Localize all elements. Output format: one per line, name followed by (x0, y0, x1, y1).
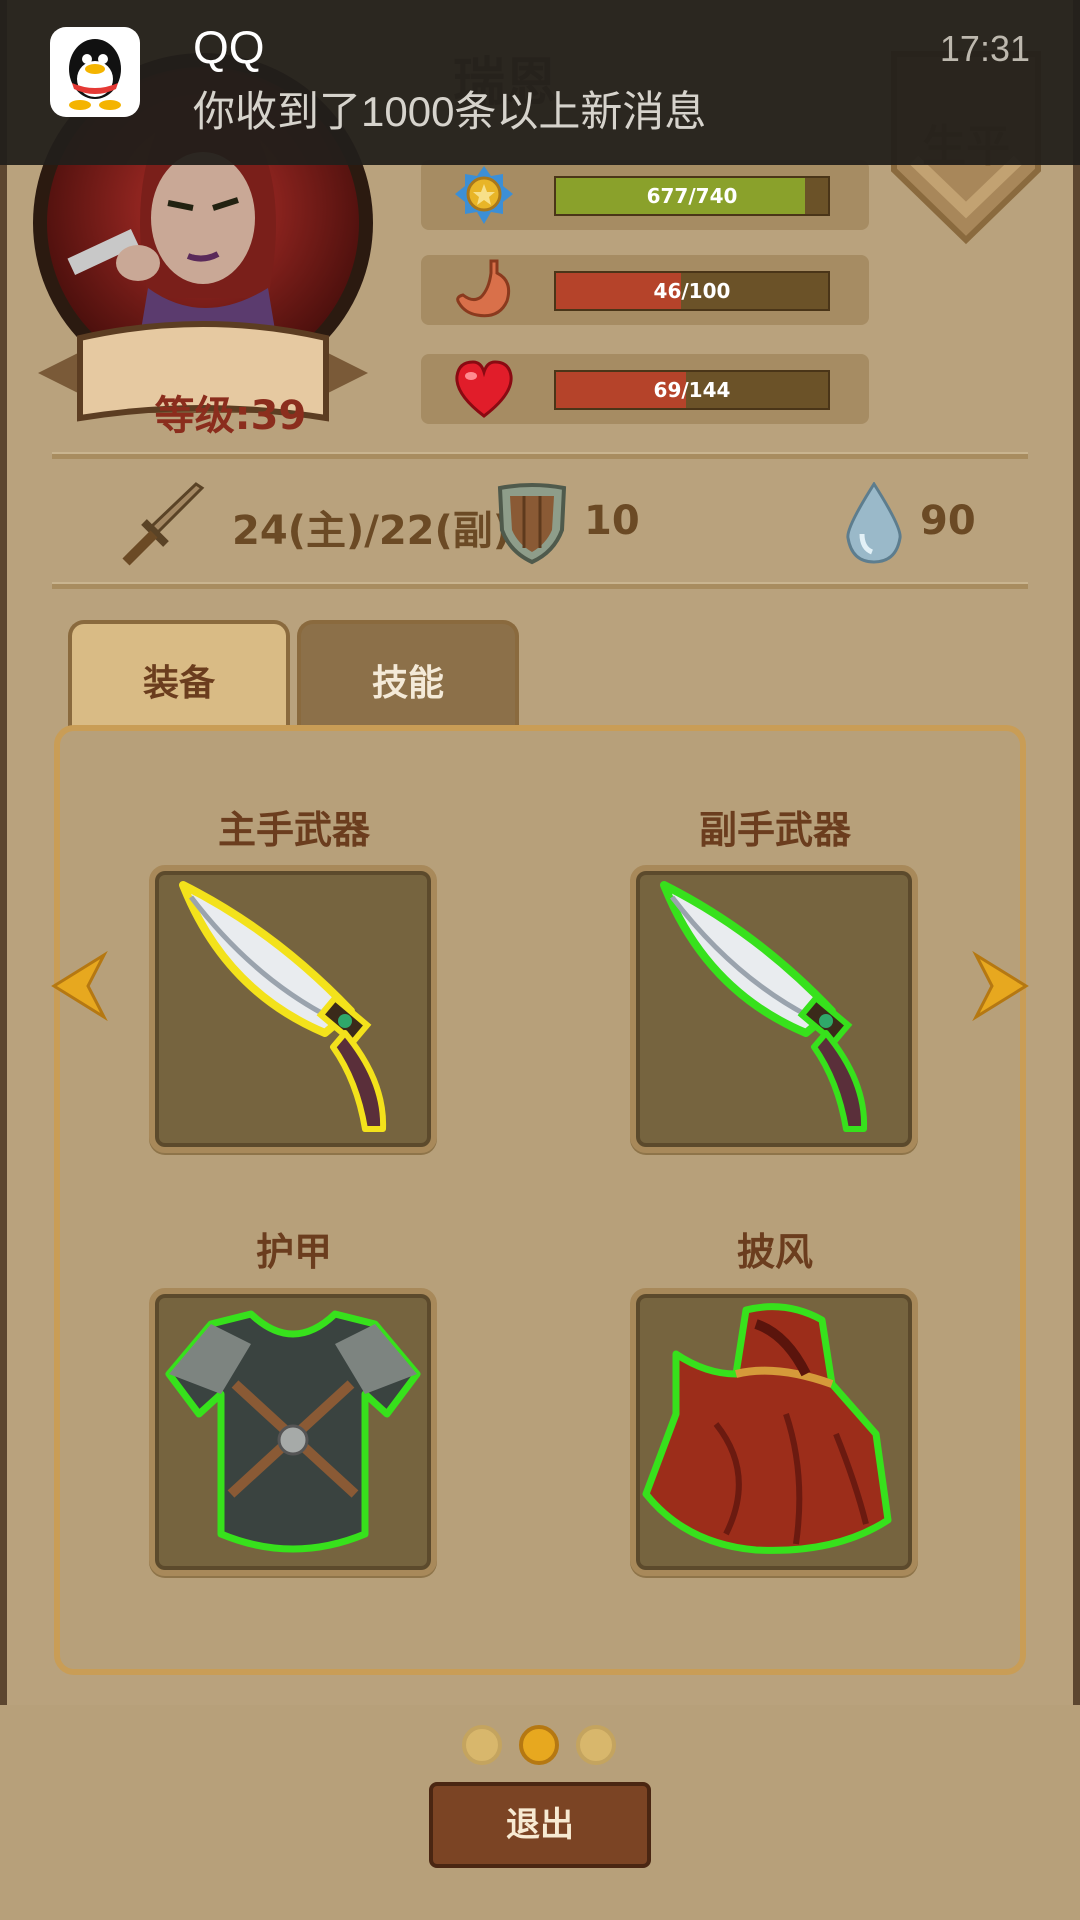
notification-app: QQ (193, 21, 265, 73)
notification-message: 你收到了1000条以上新消息 (193, 88, 707, 135)
progress-text: 69/144 (653, 378, 731, 402)
progress-bar: 677/740 (554, 176, 830, 216)
notification-banner[interactable]: QQ 你收到了1000条以上新消息 17:31 (0, 0, 1080, 165)
water-drop-icon (846, 482, 902, 564)
sword-icon (122, 482, 205, 566)
tab-skills[interactable]: 技能 (297, 620, 519, 730)
combat-stats: 24(主)/22(副) 10 90 (0, 480, 1080, 570)
stat-bar-row: 69/144 (421, 354, 869, 424)
divider (52, 582, 1028, 589)
water-value: 90 (920, 498, 976, 544)
main-weapon-slot[interactable] (149, 865, 437, 1153)
dagger-icon (179, 881, 387, 1132)
previous-arrow-icon[interactable] (48, 951, 108, 1021)
dagger-icon (660, 881, 868, 1132)
medal-icon (451, 162, 517, 228)
stat-bar-row: 677/740 (421, 160, 869, 230)
slot-title-main-weapon: 主手武器 (217, 808, 370, 852)
page-dot[interactable] (576, 1725, 616, 1765)
stomach-icon (451, 257, 517, 323)
off-weapon-slot[interactable] (630, 865, 918, 1153)
game-screen: 瑞恩 生平 等级:3 (0, 0, 1080, 1920)
heart-icon (451, 356, 517, 422)
level-label: 等级:39 (154, 393, 307, 439)
armor-icon (165, 1310, 421, 1553)
defense-value: 10 (584, 498, 640, 544)
slot-title-cloak: 披风 (736, 1230, 813, 1274)
slot-title-armor: 护甲 (255, 1230, 332, 1274)
progress-bar: 69/144 (554, 370, 830, 410)
tab-equipment[interactable]: 装备 (68, 620, 290, 730)
qq-logo-icon (50, 27, 140, 117)
page-dot[interactable] (519, 1725, 559, 1765)
progress-bar: 46/100 (554, 271, 830, 311)
cloak-slot[interactable] (630, 1288, 918, 1576)
slot-title-off-weapon: 副手武器 (698, 808, 851, 852)
progress-text: 677/740 (646, 184, 738, 208)
page-dot[interactable] (462, 1725, 502, 1765)
notification-time: 17:31 (939, 28, 1030, 69)
divider (52, 452, 1028, 459)
next-arrow-icon[interactable] (972, 951, 1032, 1021)
equipment-panel: 主手武器 副手武器 护甲 披风 (51, 725, 1029, 1675)
attack-value: 24(主)/22(副) (232, 508, 512, 554)
exit-button[interactable]: 退出 (429, 1782, 651, 1868)
progress-text: 46/100 (653, 279, 731, 303)
stat-bar-row: 46/100 (421, 255, 869, 325)
shield-icon (497, 483, 567, 565)
armor-slot[interactable] (149, 1288, 437, 1576)
cloak-icon (642, 1303, 892, 1554)
